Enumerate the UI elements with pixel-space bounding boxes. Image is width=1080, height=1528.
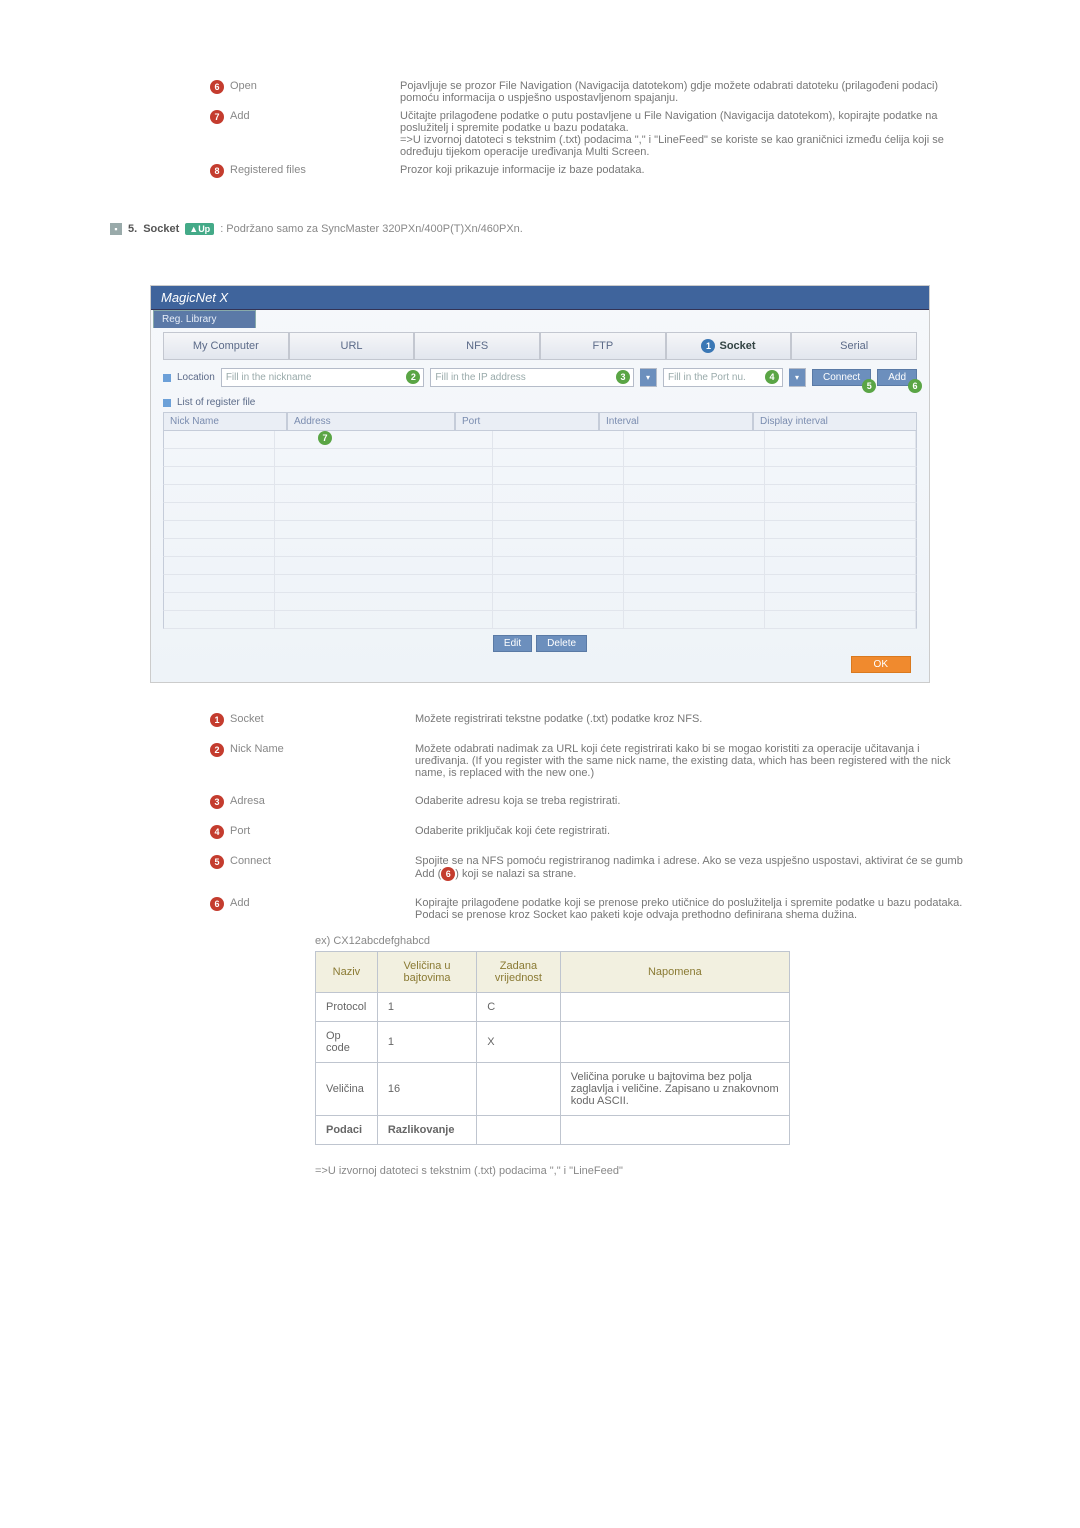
delete-button[interactable]: Delete — [536, 635, 587, 652]
tab-url[interactable]: URL — [289, 332, 415, 360]
marker-7-icon: 7 — [318, 431, 332, 445]
th-note: Napomena — [560, 952, 789, 993]
add-button[interactable]: Add 6 — [877, 369, 917, 386]
exp-5-desc: Spojite se na NFS pomoću registriranog n… — [415, 855, 970, 881]
top-item-7-label: Add — [230, 110, 250, 122]
exp-5-label: Connect — [230, 855, 271, 881]
tab-reg-library[interactable]: Reg. Library — [153, 310, 256, 328]
top-item-8-desc: Prozor koji prikazuje informacije iz baz… — [400, 164, 970, 178]
spec-table: Naziv Veličina u bajtovima Zadana vrijed… — [315, 951, 790, 1145]
col-nickname: Nick Name — [163, 412, 287, 431]
col-port: Port — [455, 412, 599, 431]
grid-header: Nick Name Address 7 Port Interval Displa… — [163, 412, 917, 431]
exp-3-num-icon: 3 — [210, 795, 224, 809]
table-row: PodaciRazlikovanje — [316, 1116, 790, 1145]
protocol-toolbar: My Computer URL NFS FTP 1 Socket Serial — [163, 332, 917, 360]
marker-4-icon: 4 — [765, 370, 779, 384]
exp-6-desc: Kopirajte prilagođene podatke koji se pr… — [415, 897, 970, 921]
tab-socket[interactable]: 1 Socket — [666, 332, 792, 360]
section-note: : Podržano samo za SyncMaster 320PXn/400… — [220, 223, 523, 235]
top-item-7-desc: Učitajte prilagođene podatke o putu post… — [400, 110, 970, 158]
footnote: =>U izvornoj datoteci s tekstnim (.txt) … — [315, 1165, 970, 1177]
tab-serial[interactable]: Serial — [791, 332, 917, 360]
port-input[interactable]: Fill in the Port nu. 4 — [663, 368, 783, 387]
exp-5-num-icon: 5 — [210, 855, 224, 869]
marker-6-icon: 6 — [908, 379, 922, 393]
section-name: Socket — [143, 223, 179, 235]
num-6-icon: 6 — [210, 80, 224, 94]
exp-3-desc: Odaberite adresu koja se treba registrir… — [415, 795, 970, 809]
top-item-8-label: Registered files — [230, 164, 306, 176]
num-7-icon: 7 — [210, 110, 224, 124]
top-item-6-label: Open — [230, 80, 257, 92]
exp-6: 6 Add Kopirajte prilagođene podatke koji … — [110, 897, 970, 921]
exp-4-num-icon: 4 — [210, 825, 224, 839]
table-row: Veličina16Veličina poruke u bajtovima be… — [316, 1063, 790, 1116]
exp-3-label: Adresa — [230, 795, 265, 809]
loc-bullet-icon — [163, 374, 171, 382]
ip-dropdown[interactable]: ▾ — [640, 368, 657, 387]
exp-4-desc: Odaberite priključak koji ćete registrir… — [415, 825, 970, 839]
marker-2-icon: 2 — [406, 370, 420, 384]
exp-2: 2 Nick Name Možete odabrati nadimak za UR… — [110, 743, 970, 779]
top-item-6: 6 Open Pojavljuje se prozor File Navigati… — [110, 80, 970, 104]
exp-4-label: Port — [230, 825, 250, 839]
up-button[interactable]: ▲Up — [185, 223, 214, 235]
list-label: List of register file — [177, 397, 255, 408]
marker-3-icon: 3 — [616, 370, 630, 384]
top-item-8: 8 Registered files Prozor koji prikazuje … — [110, 164, 970, 178]
table-row: Protocol1C — [316, 993, 790, 1022]
exp-3: 3 Adresa Odaberite adresu koja se treba r… — [110, 795, 970, 809]
screenshot-panel: MagicNet X Reg. Library My Computer URL … — [150, 285, 930, 683]
marker-5-icon: 5 — [862, 379, 876, 393]
connect-button[interactable]: Connect 5 — [812, 369, 871, 386]
num-8-icon: 8 — [210, 164, 224, 178]
exp-2-desc: Možete odabrati nadimak za URL koji ćete… — [415, 743, 970, 779]
col-display-interval: Display interval — [753, 412, 917, 431]
edit-button[interactable]: Edit — [493, 635, 532, 652]
th-name: Naziv — [316, 952, 378, 993]
table-row: Op code1X — [316, 1022, 790, 1063]
list-bullet-icon — [163, 399, 171, 407]
col-interval: Interval — [599, 412, 753, 431]
th-size: Veličina u bajtovima — [377, 952, 476, 993]
ok-button[interactable]: OK — [851, 656, 911, 673]
tab-ftp[interactable]: FTP — [540, 332, 666, 360]
top-item-7: 7 Add Učitajte prilagođene podatke o putu… — [110, 110, 970, 158]
exp-1-label: Socket — [230, 713, 264, 727]
exp-6-label: Add — [230, 897, 250, 921]
grid-body — [163, 431, 917, 629]
location-label: Location — [177, 372, 215, 383]
nickname-input[interactable]: Fill in the nickname 2 — [221, 368, 425, 387]
exp-1-num-icon: 1 — [210, 713, 224, 727]
inline-6-icon: 6 — [441, 867, 455, 881]
section-bullet-icon: ▪ — [110, 223, 122, 235]
th-default: Zadana vrijednost — [477, 952, 561, 993]
exp-1: 1 Socket Možete registrirati tekstne poda… — [110, 713, 970, 727]
ip-input[interactable]: Fill in the IP address 3 — [430, 368, 634, 387]
exp-6-num-icon: 6 — [210, 897, 224, 911]
section-num: 5. — [128, 223, 137, 235]
col-address: Address 7 — [287, 412, 455, 431]
exp-2-num-icon: 2 — [210, 743, 224, 757]
section-title: ▪ 5. Socket ▲Up : Podržano samo za SyncM… — [110, 223, 970, 235]
app-title: MagicNet X — [151, 286, 929, 310]
marker-1-icon: 1 — [701, 339, 715, 353]
port-dropdown[interactable]: ▾ — [789, 368, 806, 387]
top-item-6-desc: Pojavljuje se prozor File Navigation (Na… — [400, 80, 970, 104]
exp-5: 5 Connect Spojite se na NFS pomoću regist… — [110, 855, 970, 881]
exp-4: 4 Port Odaberite priključak koji ćete reg… — [110, 825, 970, 839]
exp-1-desc: Možete registrirati tekstne podatke (.tx… — [415, 713, 970, 727]
tab-my-computer[interactable]: My Computer — [163, 332, 289, 360]
tab-nfs[interactable]: NFS — [414, 332, 540, 360]
example-text: ex) CX12abcdefghabcd — [315, 935, 970, 947]
exp-2-label: Nick Name — [230, 743, 284, 779]
